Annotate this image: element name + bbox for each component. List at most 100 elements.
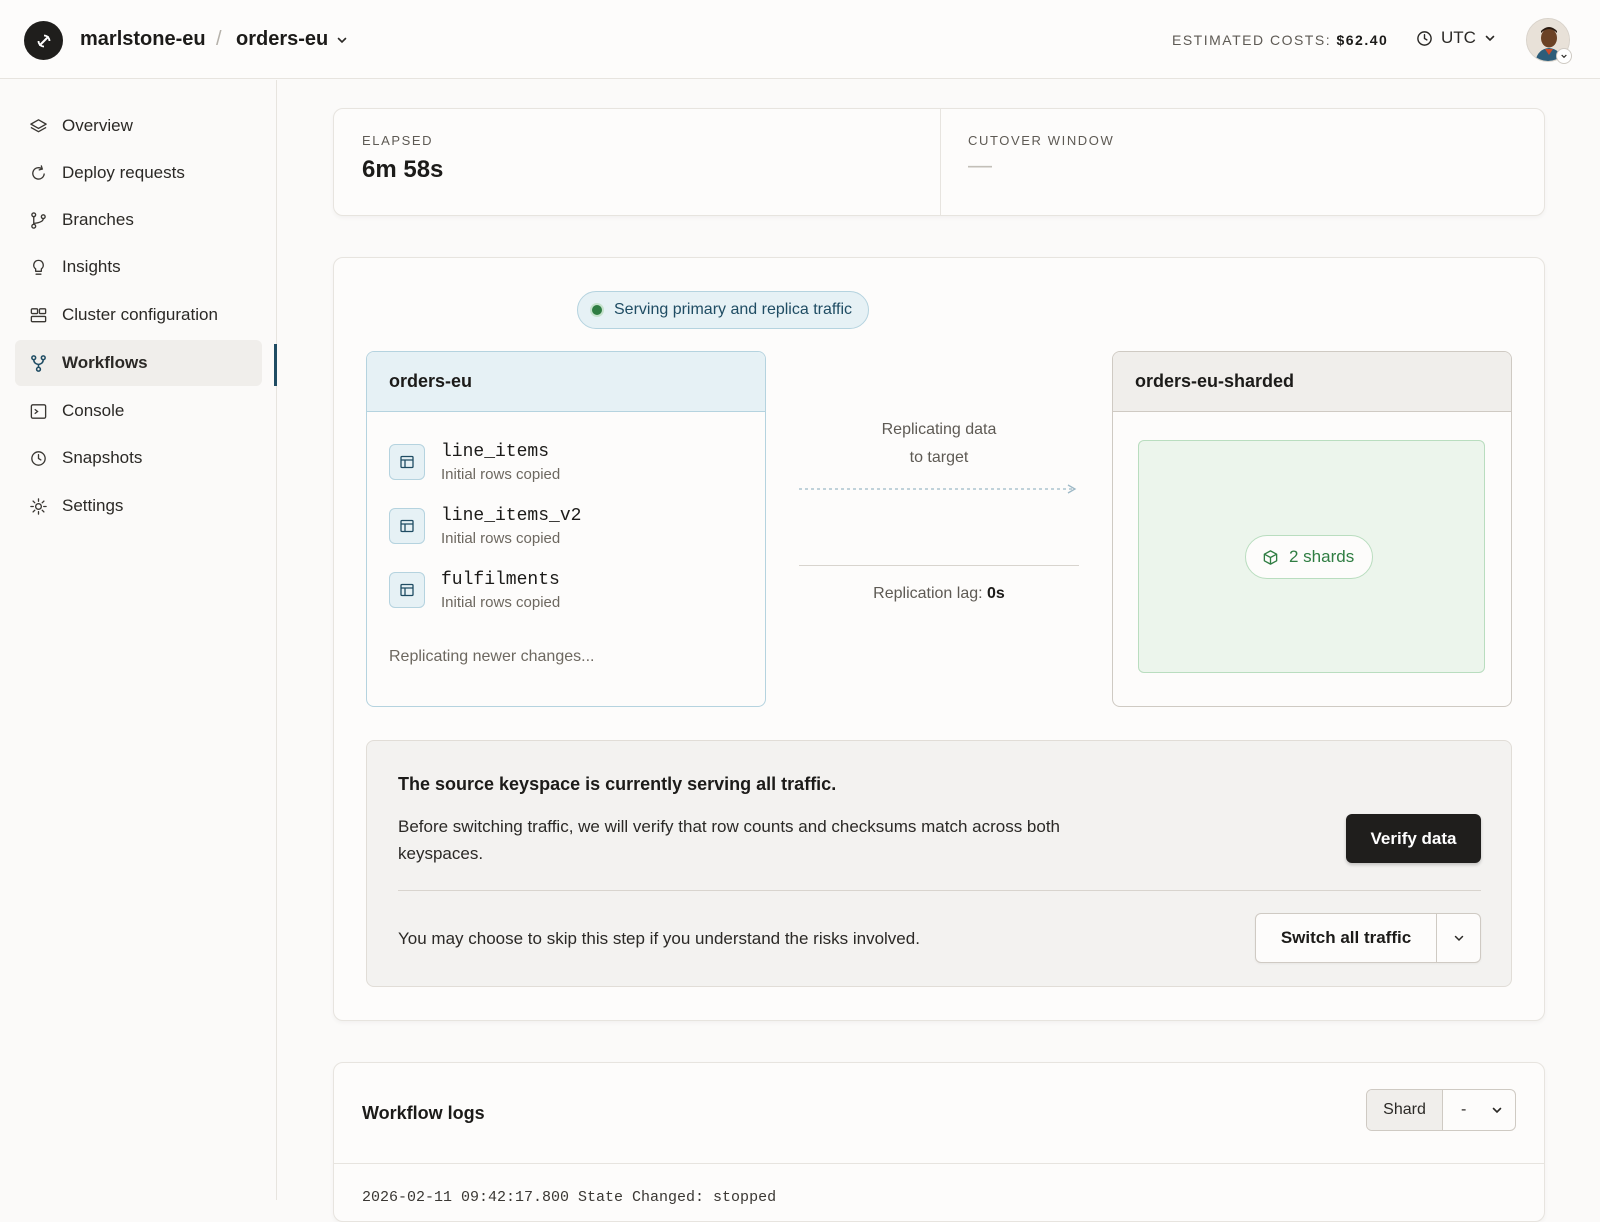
- shard-filter-label: Shard: [1367, 1090, 1443, 1130]
- switch-traffic-options-button[interactable]: [1437, 914, 1480, 962]
- sidebar-item-settings[interactable]: Settings: [15, 483, 262, 529]
- table-icon: [389, 572, 425, 608]
- active-indicator: [274, 344, 277, 386]
- replication-caption-line: Replicating data: [881, 421, 997, 438]
- org-breadcrumb[interactable]: marlstone-eu: [80, 28, 206, 51]
- sidebar-item-branches[interactable]: Branches: [15, 197, 262, 243]
- logo-icon[interactable]: [24, 21, 63, 60]
- lightbulb-icon: [33, 259, 44, 275]
- workflow-status-badge: Serving primary and replica traffic: [577, 291, 870, 329]
- shard-filter-select[interactable]: -: [1443, 1090, 1515, 1130]
- workflow-icon: [31, 354, 46, 372]
- sidebar-item-label: Console: [62, 401, 125, 420]
- table-row: line_items_v2 Initial rows copied: [389, 506, 581, 547]
- shards-count: 2 shards: [1289, 547, 1355, 566]
- clock-icon: [31, 450, 46, 466]
- chevron-down-icon: [1492, 1107, 1502, 1114]
- lag-value: 0s: [987, 585, 1005, 602]
- cutover-label: CUTOVER WINDOW: [968, 133, 1115, 148]
- replication-lag: Replication lag: 0s: [800, 580, 1078, 608]
- table-status: Initial rows copied: [441, 530, 561, 547]
- log-entry-text: 2026-02-11 09:42:17.800 State Changed: s…: [362, 1189, 777, 1206]
- timezone-selector[interactable]: UTC: [1416, 28, 1496, 48]
- table-name: line_items: [441, 442, 550, 462]
- sidebar-item-snapshots[interactable]: Snapshots: [15, 435, 262, 481]
- traffic-notice: The source keyspace is currently serving…: [366, 740, 1512, 987]
- table-status: Initial rows copied: [441, 466, 561, 483]
- notice-divider: [398, 890, 1481, 891]
- replication-status: Replicating newer changes...: [389, 648, 595, 665]
- timezone-label: UTC: [1441, 28, 1476, 47]
- sidebar-item-label: Snapshots: [62, 448, 143, 467]
- switch-traffic-split-button: Switch all traffic: [1255, 913, 1481, 963]
- switch-all-traffic-button[interactable]: Switch all traffic: [1256, 914, 1437, 962]
- sidebar-item-label: Cluster configuration: [62, 305, 218, 324]
- sidebar-item-label: Insights: [62, 257, 121, 276]
- sidebar-item-console[interactable]: Console: [15, 388, 262, 434]
- sidebar-item-label: Deploy requests: [62, 163, 185, 182]
- skip-warning: You may choose to skip this step if you …: [398, 929, 920, 948]
- replication-caption-line: to target: [909, 449, 969, 466]
- branch-icon: [31, 211, 46, 229]
- chevron-down-icon: [337, 37, 347, 43]
- source-keyspace-name: orders-eu: [367, 352, 765, 412]
- cutover-value: —: [968, 152, 992, 179]
- sidebar-item-label: Branches: [62, 210, 134, 229]
- notice-body: Before switching traffic, we will verify…: [398, 817, 1061, 863]
- sidebar-item-deploy-requests[interactable]: Deploy requests: [15, 150, 262, 196]
- estimated-costs: ESTIMATED COSTS: $62.40: [1172, 32, 1388, 48]
- breadcrumb-separator: /: [216, 28, 222, 50]
- chevron-down-icon: [1485, 35, 1495, 42]
- sidebar-item-label: Workflows: [62, 353, 148, 372]
- costs-value: $62.40: [1336, 32, 1389, 48]
- workflow-logs-card: Workflow logs Shard - 2026-02-11 09:42:1…: [333, 1062, 1545, 1222]
- table-icon: [389, 508, 425, 544]
- lag-divider: [799, 565, 1079, 566]
- sidebar-item-label: Settings: [62, 496, 124, 515]
- cutover-metric: CUTOVER WINDOW —: [968, 133, 1114, 180]
- top-bar: marlstone-eu / orders-eu ESTIMATED COSTS…: [0, 0, 1600, 79]
- table-status: Initial rows copied: [441, 594, 561, 611]
- gear-icon: [30, 497, 47, 515]
- cube-icon: [1263, 549, 1278, 565]
- metrics-card: ELAPSED 6m 58s CUTOVER WINDOW —: [333, 108, 1545, 216]
- source-keyspace-panel: orders-eu line_items Initial rows copied…: [366, 351, 766, 707]
- sidebar-item-workflows[interactable]: Workflows: [15, 340, 262, 386]
- table-row: line_items Initial rows copied: [389, 442, 560, 483]
- table-name: fulfilments: [441, 570, 560, 590]
- status-dot-icon: [590, 303, 604, 317]
- grid-icon: [30, 307, 47, 322]
- account-menu-icon[interactable]: [1556, 48, 1572, 64]
- shards-badge: 2 shards: [1245, 535, 1374, 579]
- database-switcher[interactable]: orders-eu: [236, 28, 348, 51]
- costs-label: ESTIMATED COSTS:: [1172, 32, 1332, 48]
- layers-icon: [30, 118, 47, 132]
- sidebar-item-overview[interactable]: Overview: [15, 103, 262, 149]
- target-keyspace-name: orders-eu-sharded: [1113, 352, 1511, 412]
- terminal-icon: [30, 403, 47, 419]
- chevron-down-icon: [1454, 935, 1463, 942]
- shard-filter[interactable]: Shard -: [1366, 1089, 1516, 1131]
- sidebar-item-label: Overview: [62, 116, 133, 135]
- metric-divider: [940, 109, 941, 215]
- elapsed-metric: ELAPSED 6m 58s: [362, 133, 443, 184]
- verify-data-button[interactable]: Verify data: [1346, 814, 1481, 863]
- workflow-logs-title: Workflow logs: [362, 1103, 485, 1123]
- replication-arrow-icon: [799, 484, 1077, 494]
- table-row: fulfilments Initial rows copied: [389, 570, 560, 611]
- sidebar-item-cluster-configuration[interactable]: Cluster configuration: [15, 292, 262, 338]
- shard-filter-value: -: [1461, 1101, 1467, 1118]
- replication-caption: Replicating data to target: [800, 416, 1078, 472]
- sidebar-item-insights[interactable]: Insights: [15, 244, 262, 290]
- elapsed-label: ELAPSED: [362, 133, 434, 148]
- elapsed-value: 6m 58s: [362, 156, 444, 183]
- database-name: orders-eu: [236, 28, 329, 50]
- log-entry: 2026-02-11 09:42:17.800 State Changed: s…: [362, 1189, 776, 1206]
- refresh-icon: [32, 164, 45, 180]
- notice-title: The source keyspace is currently serving…: [398, 774, 837, 794]
- clock-icon: [1417, 30, 1432, 46]
- logs-divider: [334, 1163, 1544, 1164]
- workflow-status-text: Serving primary and replica traffic: [614, 301, 853, 318]
- lag-label: Replication lag:: [873, 585, 983, 602]
- table-icon: [389, 444, 425, 480]
